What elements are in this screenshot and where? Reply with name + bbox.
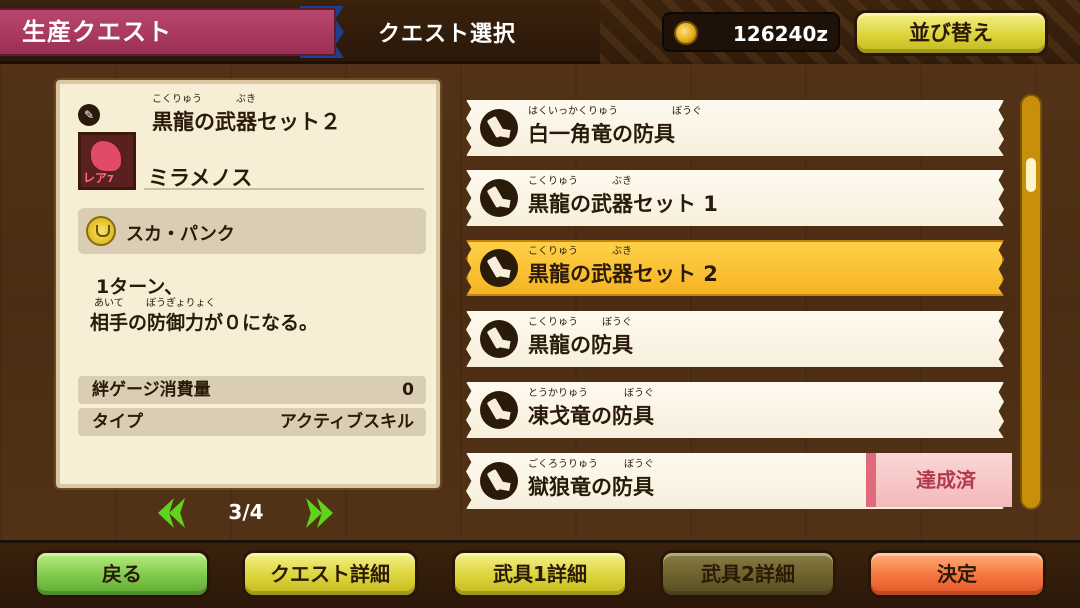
quest-ruby-1: はくいっかくりゅう (528, 106, 618, 117)
weapon2-detail-button[interactable]: 武具2詳細 (660, 550, 836, 598)
money-display: 126240z (662, 12, 840, 52)
quest-ruby-2: ぼうぐ (672, 106, 702, 117)
rarity-badge: レア7 (83, 169, 114, 186)
weapon-armor-icon (480, 462, 518, 500)
weapon-armor-icon (480, 320, 518, 358)
quest-ruby-2: ぼうぐ (602, 317, 632, 328)
scroll-thumb[interactable] (1026, 158, 1036, 192)
pager-next-button[interactable] (306, 498, 334, 528)
monster-portrait: レア7 (78, 132, 136, 190)
mode-tab: 生産クエスト (0, 8, 336, 56)
quest-list-item[interactable]: とうかりゅう ぼうぐ 凍戈竜の防具 (466, 382, 1004, 438)
quest-list-scrollbar[interactable] (1020, 94, 1042, 510)
weapon-armor-icon (480, 109, 518, 147)
back-button[interactable]: 戻る (34, 550, 210, 598)
quest-name: 獄狼竜の防具 (528, 475, 654, 499)
quest-name: 黒龍の武器セット 2 (528, 262, 718, 286)
quest-name: 凍戈竜の防具 (528, 404, 654, 428)
quest-list-item[interactable]: こくりゅう ぼうぐ 黒龍の防具 (466, 311, 1004, 367)
weapon-armor-icon (480, 249, 518, 287)
confirm-button[interactable]: 決定 (868, 550, 1046, 598)
rarity-label: レア (83, 171, 108, 185)
money-value: 126240z (732, 22, 828, 46)
quest-ruby-2: ぶき (612, 246, 632, 257)
quest-name: 黒龍の武器セット 1 (528, 192, 718, 216)
quest-list-item[interactable]: こくりゅう ぶき 黒龍の武器セット 1 (466, 170, 1004, 226)
quest-name: 白一角竜の防具 (528, 122, 675, 146)
kizuna-skill-name: スカ・パンク (126, 224, 235, 245)
stat-row-gauge: 絆ゲージ消費量 0 (78, 376, 426, 404)
quest-list-item[interactable]: はくいっかくりゅう ぼうぐ 白一角竜の防具 (466, 100, 1004, 156)
quest-ruby-1: こくりゅう (528, 246, 578, 257)
weapon-armor-icon (480, 391, 518, 429)
stat-value: アクティブスキル (279, 412, 414, 432)
screen-title: クエスト選択 (378, 22, 517, 47)
desc-ruby-1: あいて (94, 298, 124, 309)
quest-ruby-1: ごくろうりゅう (528, 459, 598, 470)
quest-ruby-1: こくりゅう (528, 176, 578, 187)
coin-icon (674, 21, 698, 45)
skill-name: 黒龍の武器セット２ (152, 110, 341, 134)
divider (144, 188, 424, 190)
quest-list-item-selected[interactable]: こくりゅう ぶき 黒龍の武器セット 2 (466, 240, 1004, 296)
stat-row-type: タイプ アクティブスキル (78, 408, 426, 436)
pager-prev-button[interactable] (158, 498, 186, 528)
desc-ruby-2: ぼうぎょりょく (146, 298, 216, 309)
completed-badge: 達成済 (866, 453, 1012, 507)
quest-ruby-2: ぶき (612, 176, 632, 187)
monster-art-icon (91, 141, 121, 171)
stat-key: 絆ゲージ消費量 (92, 380, 211, 400)
pager-indicator: 3/4 (228, 500, 264, 524)
quest-name: 黒龍の防具 (528, 333, 633, 357)
weapon1-detail-button[interactable]: 武具1詳細 (452, 550, 628, 598)
skill-icon: ✎ (78, 104, 100, 126)
kizuna-shield-icon (86, 216, 116, 246)
skill-name-ruby-2: ぶき (236, 94, 256, 105)
rarity-value: 7 (107, 174, 114, 185)
quest-ruby-1: こくりゅう (528, 317, 578, 328)
quest-detail-button[interactable]: クエスト詳細 (242, 550, 418, 598)
skill-detail-panel: ✎ こくりゅう ぶき 黒龍の武器セット２ レア7 ミラメノス スカ・パンク 1タ… (56, 80, 440, 488)
sort-button[interactable]: 並び替え (854, 10, 1048, 56)
skill-description-line2: 相手の防御力が０になる。 (90, 312, 319, 334)
skill-name-ruby-1: こくりゅう (152, 94, 202, 105)
quest-ruby-2: ぼうぐ (624, 388, 654, 399)
quest-ruby-1: とうかりゅう (528, 388, 588, 399)
stat-value: 0 (402, 380, 414, 400)
kizuna-skill-row: スカ・パンク (78, 208, 426, 254)
quest-ruby-2: ぼうぐ (624, 459, 654, 470)
weapon-armor-icon (480, 179, 518, 217)
stat-key: タイプ (92, 412, 143, 432)
